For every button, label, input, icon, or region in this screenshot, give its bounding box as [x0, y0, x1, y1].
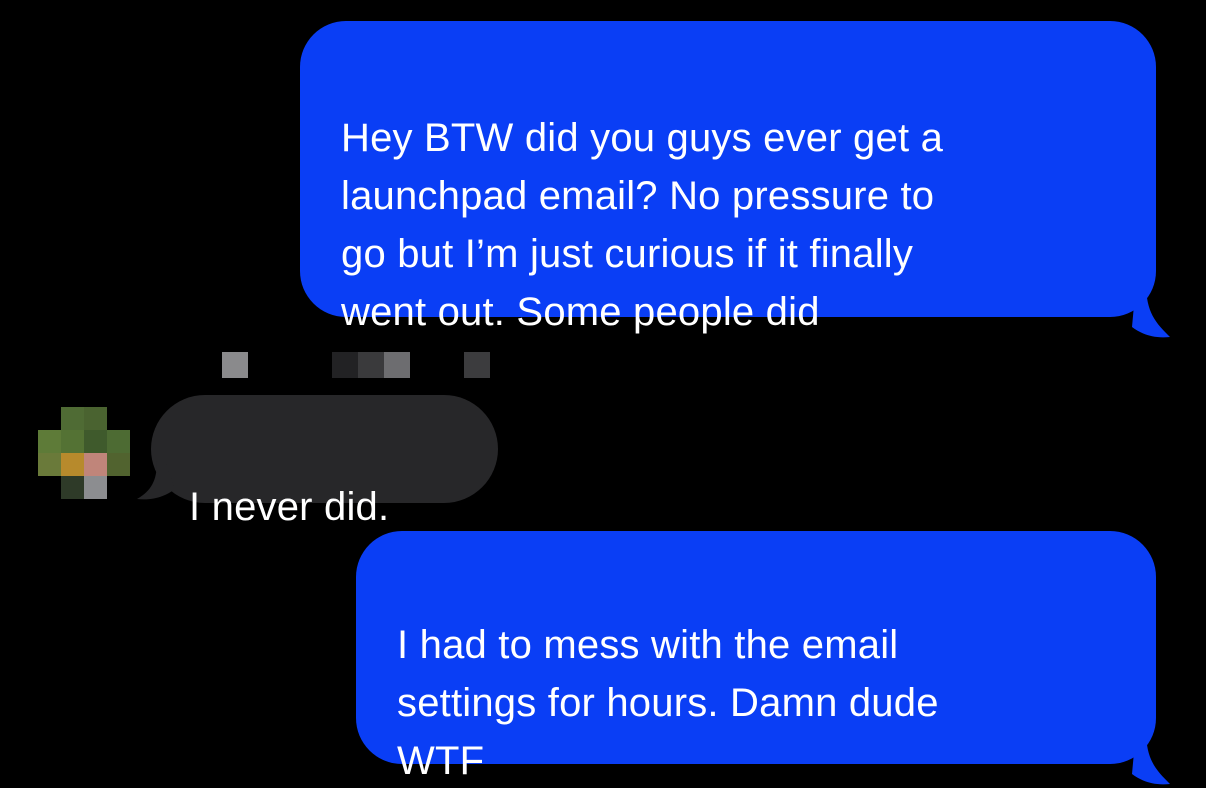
- bubble-tail-icon: [1132, 730, 1170, 785]
- message-text: I never did.: [189, 485, 390, 529]
- sender-name-redacted: [222, 352, 492, 378]
- bubble-tail-icon: [1132, 283, 1170, 338]
- message-text: Hey BTW did you guys ever get a launchpa…: [341, 116, 944, 334]
- bubble-tail-icon: [137, 461, 175, 500]
- incoming-message-bubble[interactable]: I never did.: [137, 395, 498, 529]
- outgoing-message-bubble[interactable]: Hey BTW did you guys ever get a launchpa…: [300, 21, 1170, 338]
- outgoing-message-bubble[interactable]: I had to mess with the email settings fo…: [356, 531, 1170, 785]
- sender-avatar[interactable]: [38, 407, 130, 517]
- message-thread: Hey BTW did you guys ever get a launchpa…: [0, 0, 1206, 788]
- message-text: I had to mess with the email settings fo…: [397, 623, 939, 783]
